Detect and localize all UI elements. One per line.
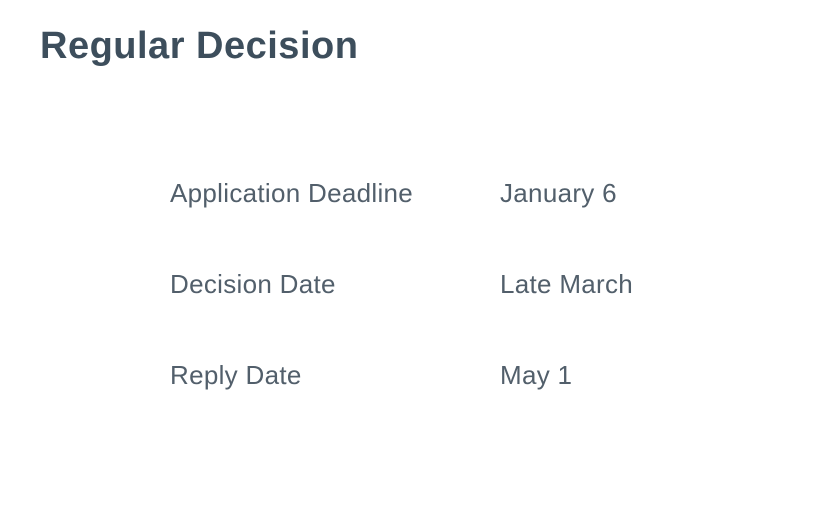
row-label: Reply Date [170, 360, 500, 391]
row-value: January 6 [500, 178, 617, 209]
row-label: Application Deadline [170, 178, 500, 209]
section-heading: Regular Decision [40, 25, 782, 68]
table-row: Decision Date Late March [170, 269, 782, 300]
row-value: May 1 [500, 360, 572, 391]
row-value: Late March [500, 269, 633, 300]
table-row: Reply Date May 1 [170, 360, 782, 391]
dates-table: Application Deadline January 6 Decision … [170, 178, 782, 391]
table-row: Application Deadline January 6 [170, 178, 782, 209]
row-label: Decision Date [170, 269, 500, 300]
